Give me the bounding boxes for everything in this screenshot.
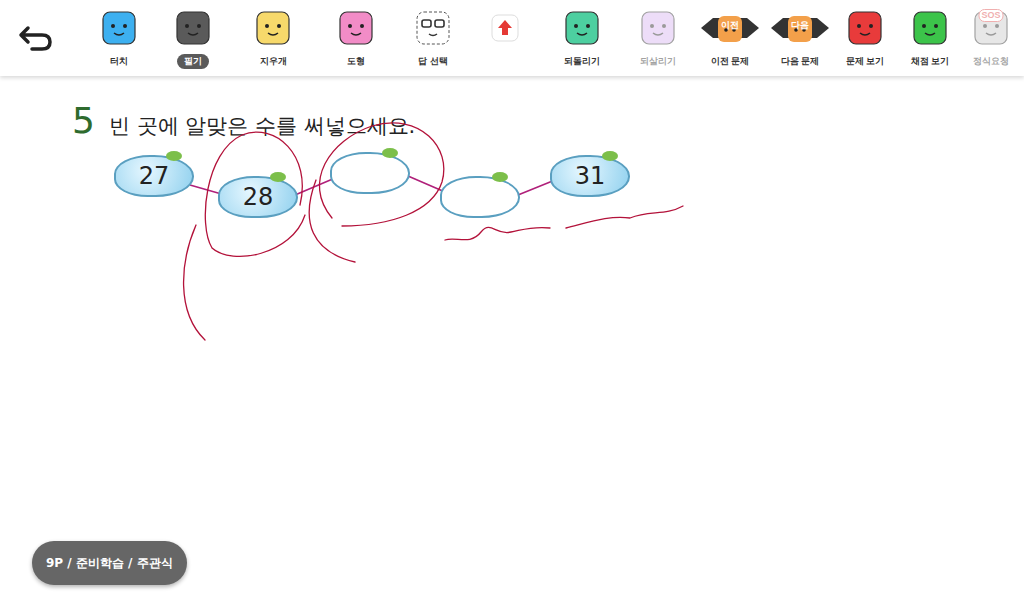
upload-icon <box>491 14 519 42</box>
tool-button[interactable]: 문제 보기 <box>832 0 898 76</box>
tool-label: 이전 문제 <box>704 54 757 69</box>
character-icon <box>638 9 678 47</box>
tool-icon-wrap <box>910 8 950 48</box>
tool-badge: 다음 <box>791 21 809 30</box>
tool-icon-wrap: 다음 <box>769 8 831 48</box>
character-icon <box>336 9 376 47</box>
tool-label: 도형 <box>340 54 372 69</box>
toolbar: 터치필기지우개도형답 선택되돌리기되살리기이전이전 문제다음다음 문제문제 보기… <box>0 0 1024 76</box>
tool-list: 터치필기지우개도형답 선택되돌리기되살리기이전이전 문제다음다음 문제문제 보기… <box>82 0 1020 76</box>
tool-button[interactable]: 답 선택 <box>396 0 470 76</box>
tool-label: 답 선택 <box>411 54 455 69</box>
tool-icon-wrap <box>562 8 602 48</box>
tool-button[interactable]: 채점 보기 <box>898 0 962 76</box>
tool-label: 필기 <box>177 54 209 69</box>
tool-icon-wrap <box>99 8 139 48</box>
tool-button[interactable] <box>470 0 540 76</box>
tool-label: 정식요청 <box>966 54 1016 69</box>
tool-icon-wrap <box>253 8 293 48</box>
tool-icon-wrap <box>638 8 678 48</box>
character-icon <box>562 9 602 47</box>
tool-icon-wrap <box>336 8 376 48</box>
tool-button[interactable]: 도형 <box>316 0 396 76</box>
character-icon <box>845 9 885 47</box>
tool-badge: 이전 <box>721 21 739 30</box>
tool-label: 지우개 <box>253 54 294 69</box>
tool-button[interactable]: 되살리기 <box>624 0 692 76</box>
tool-label: 되돌리기 <box>557 54 607 69</box>
tool-button[interactable]: 되돌리기 <box>540 0 624 76</box>
answer-select-icon <box>414 9 452 47</box>
leaf-icon <box>382 148 398 158</box>
tool-icon-wrap <box>414 8 452 48</box>
character-icon <box>173 9 213 47</box>
tool-icon-wrap <box>845 8 885 48</box>
stone: 28 <box>218 176 298 218</box>
character-icon <box>910 9 950 47</box>
back-arrow-icon <box>18 24 54 52</box>
stone: 27 <box>114 155 194 197</box>
stone[interactable] <box>330 152 410 194</box>
back-button[interactable] <box>18 0 82 76</box>
problem: 5 빈 곳에 알맞은 수를 써넣으세요. <box>0 76 1024 141</box>
character-icon <box>99 9 139 47</box>
tool-icon-wrap: SOS <box>971 8 1011 48</box>
page: 터치필기지우개도형답 선택되돌리기되살리기이전이전 문제다음다음 문제문제 보기… <box>0 0 1024 616</box>
problem-number: 5 <box>72 100 95 141</box>
character-icon <box>253 9 293 47</box>
leaf-icon <box>602 151 618 161</box>
stone: 31 <box>550 155 630 197</box>
tool-label: 채점 보기 <box>904 54 957 69</box>
tool-badge: SOS <box>978 9 1003 22</box>
handwriting-icon <box>0 0 1024 616</box>
tool-label: 되살리기 <box>633 54 683 69</box>
tool-icon-wrap <box>173 8 213 48</box>
tool-button[interactable]: SOS 정식요청 <box>962 0 1020 76</box>
leaf-icon <box>492 172 508 182</box>
problem-instruction: 빈 곳에 알맞은 수를 써넣으세요. <box>109 112 415 140</box>
tool-button[interactable]: 다음다음 문제 <box>768 0 832 76</box>
tool-label: 다음 문제 <box>774 54 827 69</box>
stone-path-icon <box>0 0 1024 616</box>
tool-button[interactable]: 터치 <box>82 0 156 76</box>
tool-icon-wrap <box>491 8 519 48</box>
tool-button[interactable]: 이전이전 문제 <box>692 0 768 76</box>
leaf-icon <box>270 172 286 182</box>
tool-button[interactable]: 필기 <box>156 0 230 76</box>
problem-header: 5 빈 곳에 알맞은 수를 써넣으세요. <box>72 100 1024 141</box>
tool-button[interactable]: 지우개 <box>230 0 316 76</box>
page-info-pill: 9P / 준비학습 / 주관식 <box>32 541 187 585</box>
tool-icon-wrap: 이전 <box>699 8 761 48</box>
leaf-icon <box>166 151 182 161</box>
stone-canvas: 27 28 31 <box>0 0 1024 616</box>
tool-label: 문제 보기 <box>839 54 892 69</box>
tool-label: 터치 <box>103 54 135 69</box>
stone[interactable] <box>440 176 520 218</box>
